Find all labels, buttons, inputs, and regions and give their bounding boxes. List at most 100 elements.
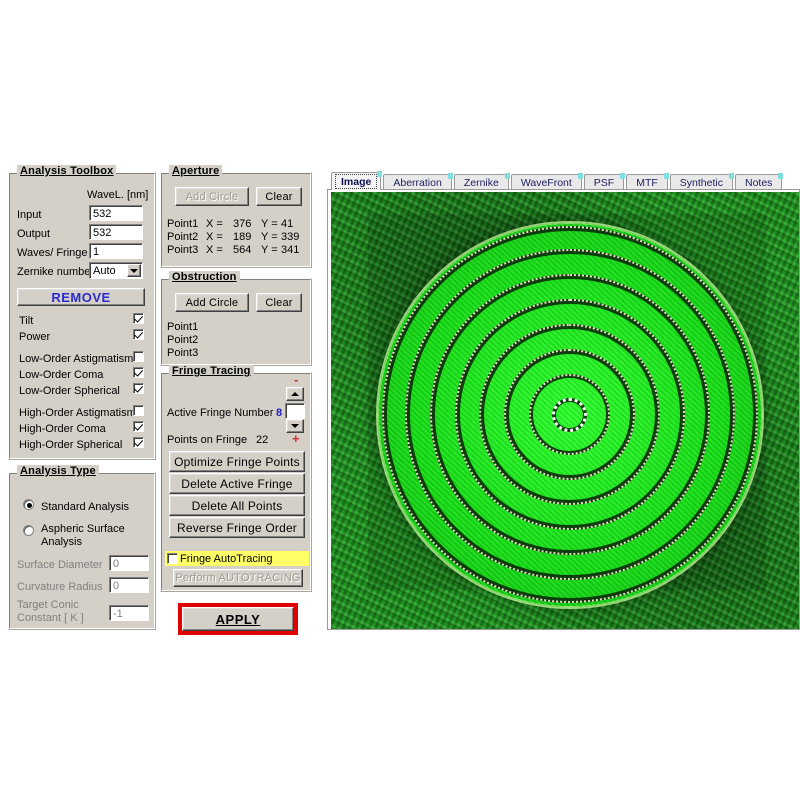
tab-psf[interactable]: PSF xyxy=(584,174,624,190)
decrement-fringe-icon[interactable]: - xyxy=(294,375,298,385)
aberration-checkbox-low-order-astigmatism[interactable] xyxy=(133,351,144,362)
target-conic-constant-label-line1: Target Conic xyxy=(17,599,79,611)
remove-button[interactable]: REMOVE xyxy=(17,288,145,306)
tab-wavefront-label: WaveFront xyxy=(521,177,572,189)
fringe-spinner-up-button[interactable] xyxy=(286,387,304,401)
points-on-fringe-label: Points on Fringe xyxy=(167,434,247,446)
aperture-point2-x-value: 189 xyxy=(233,231,251,243)
output-label: Output xyxy=(17,228,50,240)
active-fringe-number-label: Active Fringe Number xyxy=(167,407,273,419)
aperture-point3-y-value: 341 xyxy=(281,244,299,256)
zernike-number-label: Zernike number xyxy=(17,266,94,278)
radio-label-standard-analysis: Standard Analysis xyxy=(41,501,129,513)
input-label: Input xyxy=(17,209,41,221)
tab-zernike-label: Zernike xyxy=(464,177,499,189)
tab-psf-label: PSF xyxy=(594,177,614,189)
interferogram-disc xyxy=(378,223,762,608)
tab-zernike[interactable]: Zernike xyxy=(454,174,509,190)
perform-autotracing-button[interactable]: Perform AUTOTRACING xyxy=(173,569,303,587)
obstruction-clear-button[interactable]: Clear xyxy=(256,293,302,312)
target-conic-constant-label-line2: Constant [ K ] xyxy=(17,612,84,624)
tab-wavefront[interactable]: WaveFront xyxy=(511,174,582,190)
aperture-point3-y-label: Y = xyxy=(261,244,278,256)
aberration-checkbox-high-order-spherical[interactable] xyxy=(133,437,144,448)
aperture-point1-x-label: X = xyxy=(206,218,223,230)
aperture-circle-outline xyxy=(378,223,762,608)
analysis-toolbox-title: Analysis Toolbox xyxy=(17,165,116,177)
aperture-add-circle-button[interactable]: Add Circle xyxy=(175,187,249,206)
fringe-autotracing-label: Fringe AutoTracing xyxy=(180,553,273,565)
radio-label-aspheric-surface-analysis-line1: Aspheric Surface xyxy=(41,523,125,535)
surface-diameter-label: Surface Diameter xyxy=(17,559,103,571)
obstruction-point3: Point3 xyxy=(167,347,198,359)
wavelength-header: WaveL. [nm] xyxy=(87,189,148,201)
delete-active-fringe-button[interactable]: Delete Active Fringe xyxy=(169,473,305,494)
aberration-label-high-order-astigmatism: High-Order Astigmatism xyxy=(19,407,136,419)
tab-image[interactable]: Image xyxy=(331,172,381,190)
surface-diameter-field[interactable]: 0 xyxy=(109,555,149,571)
input-wavelength-field[interactable]: 532 xyxy=(89,205,143,221)
aperture-point2-y-value: 339 xyxy=(281,231,299,243)
curvature-radius-field[interactable]: 0 xyxy=(109,577,149,593)
interferogram-image[interactable] xyxy=(331,192,799,629)
analysis-toolbox-group: Analysis Toolbox WaveL. [nm] Input 532 O… xyxy=(8,172,156,460)
curvature-radius-label: Curvature Radius xyxy=(17,581,103,593)
aberration-label-high-order-coma: High-Order Coma xyxy=(19,423,106,435)
aperture-point3-x-value: 564 xyxy=(233,244,251,256)
tab-aberration-label: Aberration xyxy=(393,177,441,189)
aperture-clear-button[interactable]: Clear xyxy=(256,187,302,206)
chevron-down-icon[interactable] xyxy=(127,264,141,277)
aperture-group: Aperture Add Circle Clear Point1 X = 376… xyxy=(160,172,312,268)
fringe-autotracing-checkbox[interactable] xyxy=(167,553,178,564)
aperture-point3-name: Point3 xyxy=(167,244,198,256)
tab-mtf[interactable]: MTF xyxy=(626,174,668,190)
aberration-checkbox-low-order-coma[interactable] xyxy=(133,367,144,378)
zernike-number-select[interactable]: Auto xyxy=(89,262,143,279)
increment-fringe-icon[interactable]: + xyxy=(292,434,300,444)
aberration-checkbox-high-order-astigmatism[interactable] xyxy=(133,405,144,416)
obstruction-group: Obstruction Add Circle Clear Point1 Poin… xyxy=(160,278,312,366)
delete-all-points-button[interactable]: Delete All Points xyxy=(169,495,305,516)
tab-aberration[interactable]: Aberration xyxy=(383,174,451,190)
target-conic-constant-field[interactable]: -1 xyxy=(109,605,149,621)
aberration-label-low-order-astigmatism: Low-Order Astigmatism xyxy=(19,353,133,365)
aperture-point1-x-value: 376 xyxy=(233,218,251,230)
waves-per-fringe-field[interactable]: 1 xyxy=(89,243,143,259)
aberration-checkbox-low-order-spherical[interactable] xyxy=(133,383,144,394)
tab-notes[interactable]: Notes xyxy=(735,174,782,190)
obstruction-add-circle-button[interactable]: Add Circle xyxy=(175,293,249,312)
aberration-checkbox-power[interactable] xyxy=(133,329,144,340)
output-wavelength-field[interactable]: 532 xyxy=(89,224,143,240)
app-window: Analysis Toolbox WaveL. [nm] Input 532 O… xyxy=(0,0,800,800)
aberration-label-power: Power xyxy=(19,331,50,343)
points-on-fringe-value: 22 xyxy=(256,434,268,446)
fringe-tracing-group: Fringe Tracing - Active Fringe Number 8 … xyxy=(160,372,312,592)
aperture-title: Aperture xyxy=(169,165,222,177)
aperture-point1-name: Point1 xyxy=(167,218,198,230)
active-fringe-number-value: 8 xyxy=(276,407,282,419)
aperture-point1-y-value: 41 xyxy=(281,218,293,230)
aperture-point3-x-label: X = xyxy=(206,244,223,256)
fringe-number-field[interactable] xyxy=(285,403,305,419)
apply-button[interactable]: APPLY xyxy=(182,607,294,631)
aberration-label-high-order-spherical: High-Order Spherical xyxy=(19,439,122,451)
obstruction-title: Obstruction xyxy=(169,271,240,283)
chevron-up-icon xyxy=(291,392,299,396)
aberration-checkbox-tilt[interactable] xyxy=(133,313,144,324)
apply-button-highlight: APPLY xyxy=(178,603,298,635)
radio-aspheric-surface-analysis[interactable] xyxy=(23,525,34,536)
tab-synthetic[interactable]: Synthetic xyxy=(670,174,733,190)
fringe-tracing-title: Fringe Tracing xyxy=(169,365,254,377)
aberration-label-low-order-spherical: Low-Order Spherical xyxy=(19,385,120,397)
analysis-type-title: Analysis Type xyxy=(17,465,99,477)
tab-focus-indicator xyxy=(335,174,377,189)
radio-standard-analysis[interactable] xyxy=(23,499,34,510)
fringe-autotracing-row[interactable]: Fringe AutoTracing xyxy=(165,551,309,566)
aberration-checkbox-high-order-coma[interactable] xyxy=(133,421,144,432)
reverse-fringe-order-button[interactable]: Reverse Fringe Order xyxy=(169,517,305,538)
aperture-point1-y-label: Y = xyxy=(261,218,278,230)
optimize-fringe-points-button[interactable]: Optimize Fringe Points xyxy=(169,451,305,472)
analysis-type-group: Analysis Type Standard Analysis Aspheric… xyxy=(8,472,156,630)
obstruction-point1: Point1 xyxy=(167,321,198,333)
aberration-label-low-order-coma: Low-Order Coma xyxy=(19,369,103,381)
